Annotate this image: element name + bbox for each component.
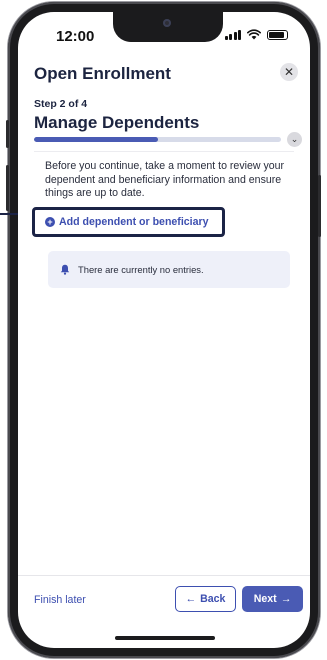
back-button[interactable]: ← Back (175, 586, 236, 612)
home-indicator (115, 636, 215, 640)
side-button (318, 175, 321, 237)
side-button (6, 120, 9, 148)
next-button-label: Next (253, 593, 277, 605)
back-button-label: Back (200, 593, 226, 605)
expand-steps-button[interactable]: ⌄ (287, 132, 302, 147)
cellular-signal-icon (224, 29, 241, 40)
modal-title: Open Enrollment (34, 64, 171, 83)
status-icons (224, 29, 288, 40)
finish-later-link[interactable]: Finish later (34, 594, 86, 606)
page-title: Manage Dependents (34, 113, 200, 132)
bell-icon (60, 264, 70, 275)
side-button (6, 165, 9, 211)
chevron-down-icon: ⌄ (290, 134, 299, 144)
divider (34, 151, 294, 152)
status-time: 12:00 (56, 28, 95, 45)
arrow-left-icon: ← (185, 593, 197, 605)
progress-bar (34, 137, 281, 142)
footer-divider (18, 575, 310, 576)
arrow-right-icon: → (280, 593, 292, 605)
camera-dot (163, 19, 171, 27)
empty-state-text: There are currently no entries. (78, 264, 204, 275)
add-dependent-label: Add dependent or beneficiary (59, 216, 209, 228)
close-button[interactable]: ✕ (280, 63, 298, 81)
next-button[interactable]: Next → (242, 586, 303, 612)
plus-circle-icon: + (45, 217, 55, 227)
notch (113, 12, 223, 42)
battery-icon (267, 29, 288, 40)
intro-text: Before you continue, take a moment to re… (45, 160, 285, 199)
step-indicator: Step 2 of 4 (34, 98, 88, 110)
add-dependent-link[interactable]: + Add dependent or beneficiary (32, 207, 225, 237)
empty-state-banner: There are currently no entries. (48, 251, 290, 288)
close-icon: ✕ (283, 65, 295, 79)
wifi-icon (247, 29, 261, 40)
progress-fill (34, 137, 158, 142)
app-screen: 12:00 Open Enrollment ✕ Step 2 of 4 Mana… (18, 12, 310, 648)
